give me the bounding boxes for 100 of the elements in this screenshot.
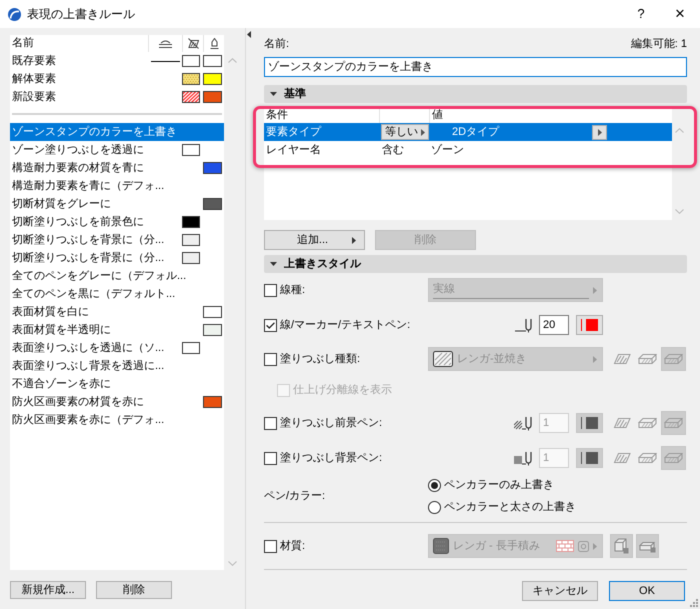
checkbox-label[interactable]: 塗りつぶし背景ペン: [280,450,382,466]
hatch-swatch-icon [433,351,453,367]
column-header: 条件 [266,108,288,123]
rule-list-item[interactable]: 解体要素 [10,70,224,88]
column-header: 値 [432,108,443,123]
slab-button[interactable] [661,446,686,470]
rule-list-item[interactable]: 不適合ゾーンを赤に [10,375,224,393]
pen-line-icon [581,417,582,429]
square-pen-icon [514,450,534,466]
hatch-icon[interactable] [613,417,631,429]
criteria-row[interactable]: 要素タイプ 等しい 2Dタイプ [264,123,672,141]
pen-color-button[interactable] [576,448,603,468]
edit-status: 編集可能: 1 [630,36,687,52]
rule-list-item[interactable]: ゾーンスタンプのカラーを上書き [10,123,224,141]
pen-color-button[interactable] [576,315,603,335]
rule-list-item[interactable]: 表面材質を半透明に [10,321,224,339]
table-cell-text: レイヤー名 [266,142,321,158]
hatch-icon[interactable] [613,353,631,365]
criteria-row[interactable]: レイヤー名 含む ゾーン [264,141,672,159]
scroll-down-icon[interactable] [675,209,684,214]
fill-icon [188,38,198,49]
pen-icon [514,317,534,333]
checkbox[interactable] [264,540,277,552]
slab-icon[interactable] [638,417,657,429]
radio-button[interactable] [428,500,441,514]
triangle-right-icon [421,128,425,136]
line-type-icon [159,39,172,48]
checkbox[interactable] [264,452,277,464]
table-cell-text: ゾーン [431,142,464,158]
rule-list-item[interactable]: ゾーン塗りつぶしを透過に [10,141,224,159]
scroll-down-icon[interactable] [228,561,236,566]
checkbox[interactable] [264,284,277,296]
brick-icon [556,540,574,552]
app-logo-icon [8,8,21,20]
value-menu-button[interactable] [592,124,607,140]
radio-button[interactable] [428,478,441,492]
help-button[interactable]: ? [626,0,656,28]
collapse-arrow-icon[interactable] [247,31,251,38]
checkbox[interactable] [264,318,277,332]
table-cell-text: 2Dタイプ [452,124,500,140]
triangle-right-icon [593,542,597,550]
checkbox-label[interactable]: 線種: [280,282,306,298]
hatch-pen-icon [514,415,534,431]
rule-list-item[interactable]: 構造耐力要素を青に（デフォ... [10,177,224,195]
rule-list-item[interactable]: 全てのペンを黒に（デフォルト... [10,285,224,303]
slab-icon [664,452,683,464]
rule-list-item[interactable]: 切断材質をグレーに [10,195,224,213]
rule-list-item[interactable]: 防火区画要素を赤に（デフォ... [10,411,224,429]
rule-list-item[interactable]: 構造耐力要素の材質を青に [10,159,224,177]
rule-list-item[interactable]: 切断塗りつぶしを背景に（分... [10,231,224,249]
checkbox-label[interactable]: 材質: [280,538,306,554]
hatch-icon[interactable] [613,452,631,464]
name-field[interactable]: ゾーンスタンプのカラーを上書き [264,57,687,77]
table-cell-text: 要素タイプ [266,124,321,140]
cube-lock-icon [614,538,629,554]
scroll-up-icon[interactable] [228,58,236,63]
close-button[interactable]: × [660,0,700,28]
operator-dropdown[interactable]: 等しい [381,124,429,140]
slab-button[interactable] [661,347,686,371]
pen-number-field[interactable]: 20 [539,315,569,335]
rule-list-item[interactable]: 防火区画要素の材質を赤に [10,393,224,411]
rule-list-item[interactable]: 切断塗りつぶしを背景に（分... [10,249,224,267]
radio-label[interactable]: ペンカラーのみ上書き [444,476,554,494]
table-cell-text: 含む [382,142,404,158]
rule-list-item[interactable]: 切断塗りつぶしを前景色に [10,213,224,231]
radio-label[interactable]: ペンカラーと太さの上書き [444,498,576,516]
slab-button[interactable] [661,411,686,435]
pen-color-button[interactable] [576,413,603,433]
section-header[interactable]: 上書きスタイル [264,255,687,273]
checkmark-icon [266,322,275,328]
cube-lock-button[interactable] [610,534,633,558]
new-button[interactable]: 新規作成... [10,581,86,599]
rule-list-item[interactable]: 新設要素 [10,88,224,106]
pen-line-icon [581,452,582,464]
section-header[interactable]: 基準 [264,85,687,103]
field-label: ペン/カラー: [264,488,326,504]
checkbox-label[interactable]: 塗りつぶし前景ペン: [280,414,382,432]
column-header: 名前 [12,36,34,52]
pen-line-icon [581,319,582,331]
rule-list-item[interactable]: 表面塗りつぶしを透過に（ソ... [10,339,224,357]
delete-button[interactable]: 削除 [96,581,172,599]
slab-icon [664,353,683,365]
rule-list-item[interactable]: 全てのペンをグレーに（デフォル... [10,267,224,285]
rule-list-item[interactable]: 既存要素 [10,52,224,70]
rule-list-item[interactable]: 表面塗りつぶし背景を透過に... [10,357,224,375]
checkbox[interactable] [264,352,277,366]
checkbox-label[interactable]: 線/マーカー/テキストペン: [280,316,410,334]
checkbox-label[interactable]: 塗りつぶし種類: [280,350,360,368]
rule-list-item[interactable]: 表面材質を白に [10,303,224,321]
window-title: 表現の上書きルール [27,6,135,23]
slab-lock-button[interactable] [636,534,659,558]
ok-button[interactable]: OK [609,581,685,601]
add-button[interactable]: 追加... [264,230,365,250]
resize-grip-icon[interactable] [690,599,698,607]
checkbox[interactable] [264,416,277,430]
slab-icon[interactable] [638,353,657,365]
slab-icon[interactable] [638,452,657,464]
triangle-right-icon [593,356,597,362]
scroll-up-icon[interactable] [675,128,684,133]
cancel-button[interactable]: キャンセル [522,581,598,601]
